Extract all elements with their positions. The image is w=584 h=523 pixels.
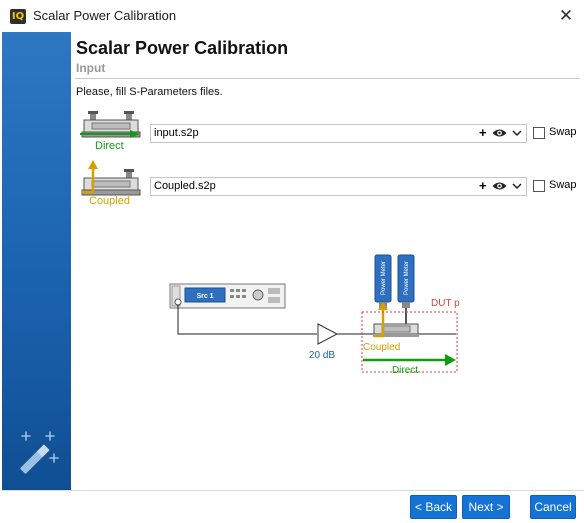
page-title: Scalar Power Calibration (76, 38, 289, 58)
power-meter-label: Power Meter (381, 261, 387, 295)
back-button[interactable]: < Back (410, 495, 457, 519)
swap-checkbox-box[interactable] (533, 180, 545, 192)
source-label: Src 1 (196, 293, 213, 300)
eye-icon[interactable] (492, 181, 507, 191)
signal-generator: Src 1 (169, 283, 286, 309)
title-bar: IQ Scalar Power Calibration ✕ (0, 0, 584, 32)
swap-label: Swap (549, 179, 577, 191)
footer-divider (2, 490, 584, 491)
window-title: Scalar Power Calibration (33, 8, 177, 23)
direct-caption: Direct (95, 140, 124, 152)
instruction-text: Please, fill S-Parameters files. (76, 86, 223, 98)
swap-checkbox-box[interactable] (533, 127, 545, 139)
add-icon[interactable]: + (479, 178, 487, 193)
coupled-caption: Coupled (89, 195, 130, 207)
next-button[interactable]: Next > (462, 495, 510, 519)
chevron-down-icon[interactable] (512, 129, 522, 137)
amplifier (317, 323, 339, 345)
direct-diagram-label: Direct (392, 365, 418, 376)
add-icon[interactable]: + (479, 125, 487, 140)
amp-gain-label: 20 dB (309, 350, 335, 361)
wand-icon (20, 431, 59, 474)
eye-icon[interactable] (492, 128, 507, 138)
direct-file-field[interactable]: input.s2p + (150, 124, 527, 143)
calibration-diagram: Src 1 20 dB Power Meter Power Meter DUT … (169, 254, 460, 376)
cancel-button[interactable]: Cancel (530, 495, 576, 519)
app-logo-icon: IQ (10, 9, 26, 24)
direct-file-value: input.s2p (154, 127, 199, 139)
swap-label: Swap (549, 126, 577, 138)
coupled-file-field[interactable]: Coupled.s2p + (150, 177, 527, 196)
close-button[interactable]: ✕ (548, 2, 584, 30)
coupled-file-value: Coupled.s2p (154, 180, 216, 192)
coupled-diagram-label: Coupled (363, 342, 400, 353)
power-meter-2: Power Meter (397, 254, 415, 308)
dut-plane-label: DUT plane (431, 298, 460, 309)
wizard-sidebar (2, 32, 71, 490)
header-divider (75, 78, 580, 79)
power-meter-1: Power Meter (374, 254, 392, 308)
page-subtitle: Input (76, 61, 106, 75)
chevron-down-icon[interactable] (512, 182, 522, 190)
power-meter-label: Power Meter (404, 261, 410, 295)
